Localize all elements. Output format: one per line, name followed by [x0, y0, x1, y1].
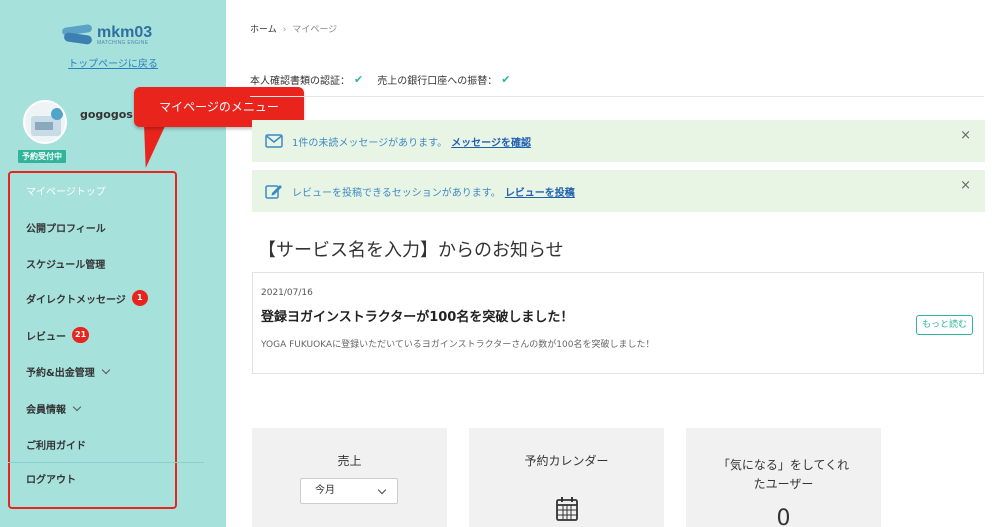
main-content: ホーム › マイページ 本人確認書類の認証： ✔ 売上の銀行口座への振替： ✔ 1件…: [226, 0, 1000, 527]
back-to-top-link[interactable]: トップページに戻る: [0, 55, 226, 70]
bank-transfer-label: 売上の銀行口座への振替：: [377, 76, 498, 87]
alert-text: 1件の未読メッセージがあります。: [292, 137, 448, 149]
edit-icon: [264, 183, 284, 199]
period-select[interactable]: 今月: [300, 478, 398, 504]
sidebar-item-label: ダイレクトメッセージ: [26, 294, 126, 306]
review-count-badge: 21: [72, 327, 90, 343]
close-icon[interactable]: ×: [960, 178, 971, 193]
chevron-down-icon: [101, 365, 110, 375]
logo-mark-icon: [61, 23, 96, 46]
status-badge: 予約受付中: [18, 150, 66, 163]
calendar-card-title: 予約カレンダー: [524, 454, 609, 468]
calendar-card[interactable]: 予約カレンダー: [469, 428, 664, 527]
sidebar-item-label: スケジュール管理: [26, 260, 106, 271]
favorites-card-title-line1: 「気になる」をしてくれ: [717, 458, 850, 472]
sidebar-item-guide[interactable]: ご利用ガイド: [26, 437, 86, 452]
breadcrumb-home[interactable]: ホーム: [250, 25, 277, 35]
calendar-icon: [555, 496, 579, 526]
sidebar-item-label: ログアウト: [26, 475, 76, 486]
read-more-button[interactable]: もっと読む: [915, 315, 973, 335]
news-body: YOGA FUKUOKAに登録いただいているヨガインストラクターさんの数が100…: [261, 340, 655, 350]
sidebar-item-public-profile[interactable]: 公開プロフィール: [26, 220, 106, 235]
chevron-down-icon: [72, 402, 82, 412]
favorites-card-title-line2: たユーザー: [753, 477, 814, 491]
view-message-link[interactable]: メッセージを確認: [451, 134, 531, 149]
favorites-count: 0: [776, 506, 791, 527]
post-review-link[interactable]: レビューを投稿: [505, 184, 575, 199]
site-logo[interactable]: mkm03 MATCHING ENGINE: [61, 20, 162, 50]
breadcrumb-current: マイページ: [292, 25, 338, 35]
sidebar-item-review[interactable]: レビュー 21: [26, 327, 90, 343]
sidebar-item-member-info[interactable]: 会員情報: [26, 401, 82, 416]
sidebar-item-direct-message[interactable]: ダイレクトメッセージ 1: [26, 290, 148, 306]
news-section-title: 【サービス名を入力】からのお知らせ: [258, 240, 564, 261]
logo-subtitle: MATCHING ENGINE: [97, 39, 149, 46]
review-alert: レビューを投稿できるセッションがあります。 レビューを投稿 ×: [252, 170, 985, 212]
sidebar-item-mypage-top[interactable]: マイページトップ: [26, 183, 106, 198]
check-icon: ✔: [501, 73, 511, 86]
sidebar-item-booking-withdrawal[interactable]: 予約&出金管理: [26, 364, 110, 379]
sidebar-item-label: 予約&出金管理: [26, 368, 95, 379]
sidebar-item-schedule[interactable]: スケジュール管理: [26, 256, 105, 271]
sidebar: mkm03 MATCHING ENGINE トップページに戻る gogogos …: [0, 0, 226, 527]
envelope-icon: [264, 133, 284, 149]
sidebar-item-label: ご利用ガイド: [26, 441, 86, 452]
chevron-down-icon: [377, 485, 387, 495]
alert-text: レビューを投稿できるセッションがあります。: [292, 187, 501, 199]
logo-name: mkm03: [97, 23, 153, 41]
sidebar-item-label: 公開プロフィール: [26, 224, 106, 235]
verification-status: 本人確認書類の認証： ✔ 売上の銀行口座への振替： ✔: [250, 72, 524, 87]
period-select-value: 今月: [315, 485, 335, 496]
unread-message-alert: 1件の未読メッセージがあります。 メッセージを確認 ×: [252, 120, 985, 162]
breadcrumb-separator: ›: [282, 25, 287, 35]
sales-card: 売上 今月: [252, 428, 447, 527]
sidebar-item-logout[interactable]: ログアウト: [26, 471, 76, 486]
sidebar-item-label: マイページトップ: [26, 187, 106, 198]
menu-divider: [8, 462, 204, 463]
breadcrumb: ホーム › マイページ: [250, 22, 337, 35]
favorites-card[interactable]: 「気になる」をしてくれ たユーザー 0: [686, 428, 881, 527]
close-icon[interactable]: ×: [960, 128, 971, 143]
sales-card-title: 売上: [337, 454, 362, 468]
sidebar-item-label: 会員情報: [26, 405, 66, 416]
news-date: 2021/07/16: [261, 288, 313, 298]
news-title: 登録ヨガインストラクターが100名を突破しました！: [261, 310, 574, 325]
unread-count-badge: 1: [131, 290, 148, 306]
divider: [250, 96, 984, 97]
news-item: 2021/07/16 登録ヨガインストラクターが100名を突破しました！ YOG…: [252, 272, 984, 374]
check-icon: ✔: [354, 73, 364, 86]
username: gogogos: [80, 108, 133, 121]
sidebar-item-label: レビュー: [26, 331, 66, 343]
id-verification-label: 本人確認書類の認証：: [250, 76, 350, 87]
avatar[interactable]: [23, 100, 67, 144]
